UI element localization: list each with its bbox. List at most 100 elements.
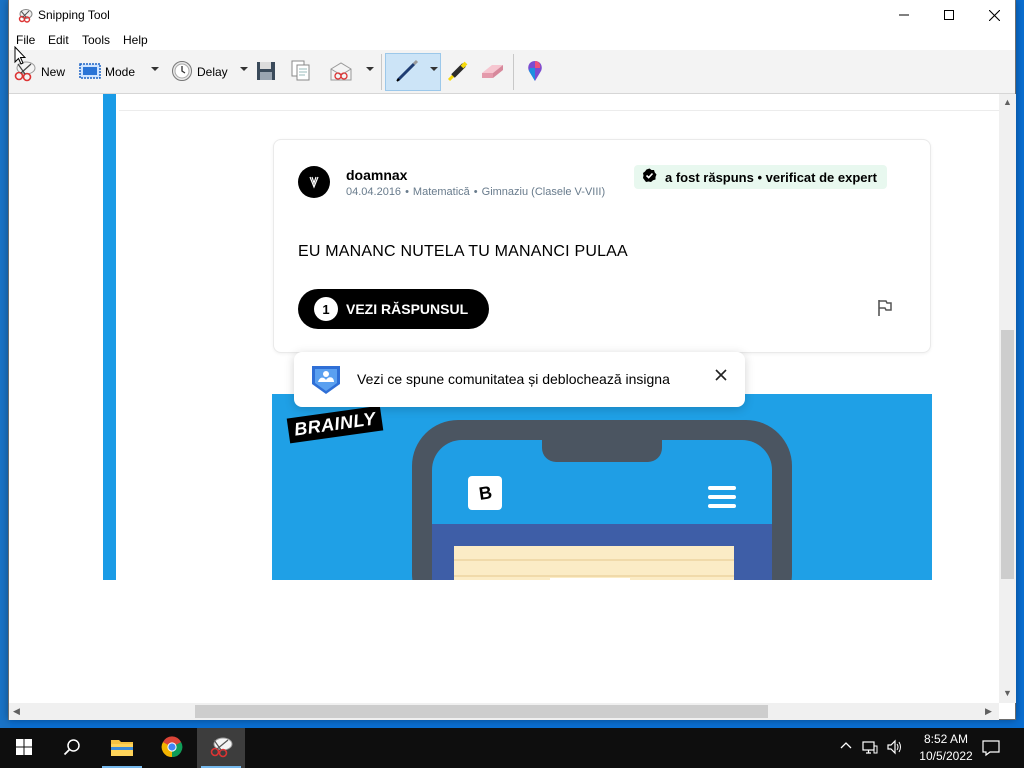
badge-text: a fost răspuns • verificat de expert [665,169,877,185]
phone-notch [542,440,662,462]
brainly-app-icon: B [468,476,502,510]
phone-content [432,524,772,580]
notification-center-icon[interactable] [982,739,1000,760]
scroll-right-icon[interactable]: ▶ [985,706,992,717]
scroll-down-icon[interactable]: ▼ [1003,688,1012,698]
start-button[interactable] [0,728,48,768]
app-letter: B [477,481,493,504]
answer-count: 1 [314,297,338,321]
search-icon [63,738,81,759]
snip-canvas: doamnax 04.04.2016 • Matematică • Gimnaziu (… [9,94,999,703]
send-snip-button[interactable] [329,58,353,86]
verified-check-icon [642,168,657,186]
close-button[interactable] [971,0,1017,30]
copy-icon [291,60,311,85]
taskbar-snipping-tool[interactable] [197,728,245,768]
send-dropdown-arrow-icon[interactable] [366,67,374,71]
mode-label: Mode [105,65,136,79]
post-subject[interactable]: Matematică [413,186,470,198]
paint3d-icon [525,59,545,86]
copy-button[interactable] [291,58,311,86]
pen-dropdown-arrow-icon[interactable] [430,67,438,71]
vertical-scrollbar[interactable]: ▲ ▼ [999,94,1016,703]
pen-tool[interactable] [395,58,419,86]
scroll-up-icon[interactable]: ▲ [1003,97,1012,107]
file-explorer-icon [110,737,134,760]
horizontal-scroll-thumb[interactable] [195,705,768,718]
sidebar-strip [103,94,116,580]
chrome-icon [161,735,183,761]
highlighter-icon [445,59,469,86]
menu-edit[interactable]: Edit [48,33,69,47]
toast-text: Vezi ce spune comunitatea și deblochează… [357,371,670,387]
vertical-scroll-thumb[interactable] [1001,330,1014,579]
rectangle-mode-icon [79,62,101,83]
mode-dropdown-arrow-icon[interactable] [151,67,159,71]
maximize-button[interactable] [926,0,972,30]
question-card: doamnax 04.04.2016 • Matematică • Gimnaziu (… [273,139,931,353]
verified-badge: a fost răspuns • verificat de expert [634,165,887,189]
flag-icon[interactable] [876,299,894,320]
horizontal-scrollbar[interactable]: ◀ ▶ [9,703,999,720]
minimize-button[interactable] [881,0,927,30]
snipping-tool-window: Snipping Tool File Edit Tools Help New M… [8,0,1016,720]
eraser-button[interactable] [479,58,505,86]
menu-help[interactable]: Help [123,33,148,47]
badge-illustration-icon [310,364,342,399]
window-title: Snipping Tool [38,8,110,22]
brainly-promo-banner: BRAINLY B [272,394,932,580]
phone-illustration: B [412,420,792,580]
toolbar-separator [513,54,514,90]
community-toast: Vezi ce spune comunitatea și deblochează… [294,352,745,407]
brainly-logo: BRAINLY [286,405,384,444]
phone-screen: B [432,440,772,580]
see-answer-button[interactable]: 1 VEZI RĂSPUNSUL [298,289,489,329]
send-snip-icon [329,60,353,85]
divider [119,110,999,111]
post-meta: 04.04.2016 • Matematică • Gimnaziu (Clasele … [346,186,605,198]
mode-button[interactable]: Mode [79,58,135,86]
username[interactable]: doamnax [346,167,407,183]
highlighter-button[interactable] [445,58,469,86]
taskbar-file-explorer[interactable] [98,728,146,768]
toolbar: New Mode Delay [9,50,1015,94]
see-answer-label: VEZI RĂSPUNSUL [346,301,469,317]
network-icon[interactable] [862,739,878,758]
menu-tools[interactable]: Tools [82,33,110,47]
pen-icon [395,59,419,86]
eraser-icon [479,61,505,84]
chevron-up-icon[interactable] [840,740,852,755]
taskbar: 8:52 AM 10/5/2022 [0,728,1024,768]
snipping-tool-icon [208,736,234,761]
close-icon[interactable] [712,366,730,384]
dot-separator: • [473,186,478,198]
question-text: EU MANANC NUTELA TU MANANCI PULAA [298,243,628,260]
menu-file[interactable]: File [16,33,35,47]
taskbar-chrome[interactable] [148,728,196,768]
clock-time[interactable]: 8:52 AM [916,732,976,746]
edit-paint3d-button[interactable] [525,58,545,86]
notebook-paper [454,546,734,580]
post-level: Gimnaziu (Clasele V-VIII) [481,186,606,198]
snipping-tool-icon [17,7,33,23]
save-snip-button[interactable] [256,58,276,86]
mouse-cursor-icon [14,45,27,69]
start-icon [16,738,32,758]
delay-dropdown-arrow-icon[interactable] [240,67,248,71]
dot-separator: • [405,186,409,198]
volume-icon[interactable] [886,739,902,758]
clock-icon [171,60,193,85]
avatar[interactable] [298,166,330,198]
new-label: New [41,65,66,79]
save-icon [256,61,276,84]
clock-date[interactable]: 10/5/2022 [916,749,976,763]
menu-bar: File Edit Tools Help [9,30,1015,50]
post-date: 04.04.2016 [346,186,402,198]
scroll-left-icon[interactable]: ◀ [13,706,20,717]
title-bar[interactable]: Snipping Tool [9,0,1015,30]
search-button[interactable] [48,728,96,768]
toolbar-separator [381,54,382,90]
delay-button[interactable]: Delay [171,58,228,86]
delay-label: Delay [197,65,228,79]
hamburger-menu-icon [708,486,736,513]
